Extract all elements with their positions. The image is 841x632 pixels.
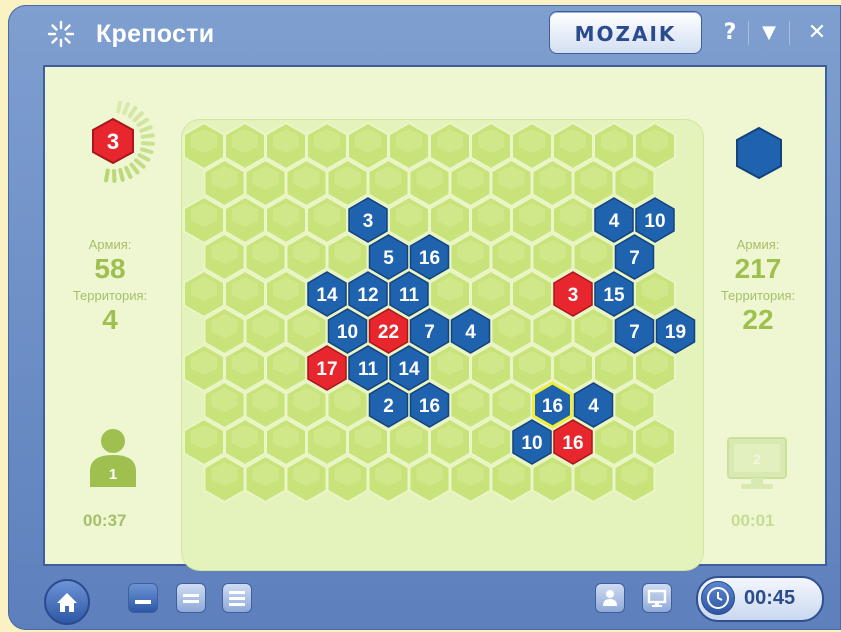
fortress-army-value: 3 [363, 211, 374, 232]
player2-stats: Армия: 217 Территория: 22 [703, 237, 813, 337]
player2-territory-label: Территория: [720, 288, 796, 303]
fortress-army-value: 4 [588, 396, 599, 417]
player1-turn-value: 3 [107, 129, 119, 154]
turn-ray [139, 125, 153, 133]
turn-ray [139, 147, 154, 155]
separator [789, 21, 790, 45]
fortress-army-value: 10 [644, 211, 665, 232]
window-title: Крепости [96, 20, 215, 48]
layout-button-2[interactable] [176, 583, 206, 613]
player2-army-label: Армия: [736, 237, 780, 252]
layout-button-1[interactable] [128, 583, 158, 613]
close-button[interactable]: ✕ [803, 19, 831, 47]
brand-logo[interactable]: MOZAIK [549, 11, 702, 54]
menu-button[interactable]: ▼ [755, 19, 783, 47]
fortress-army-value: 10 [521, 433, 542, 454]
fortress-army-value: 10 [337, 322, 358, 343]
monitor-icon [647, 589, 667, 607]
player1-army-label: Армия: [88, 237, 132, 252]
player-view-button[interactable] [595, 583, 625, 613]
turn-ray [129, 162, 140, 175]
turn-indicator: 3 [92, 101, 155, 183]
help-button[interactable]: ? [716, 19, 744, 47]
title-bar: Крепости MOZAIK ? ▼ ✕ [8, 5, 841, 63]
fortress-army-value: 17 [316, 359, 337, 380]
home-icon [57, 593, 77, 612]
layout-three-icon [229, 591, 245, 606]
fortress-army-value: 4 [465, 322, 476, 343]
player2-number: 2 [753, 451, 761, 467]
player2-timer: 00:01 [731, 511, 775, 530]
fortress-army-value: 16 [562, 433, 583, 454]
clock-icon [701, 581, 735, 615]
turn-ray [104, 168, 110, 183]
total-timer[interactable]: 00:45 [696, 576, 824, 622]
fortress-army-value: 7 [629, 248, 640, 269]
fortress-army-value: 3 [568, 285, 579, 306]
player1-territory-label: Территория: [72, 288, 148, 303]
fortress-army-value: 15 [603, 285, 625, 306]
turn-ray [133, 158, 146, 169]
fortress-army-value: 12 [357, 285, 378, 306]
computer-view-button[interactable] [642, 583, 672, 613]
turn-ray [124, 165, 133, 179]
turn-ray [140, 141, 155, 146]
layout-two-icon [183, 594, 199, 603]
fortress-army-value: 2 [383, 396, 394, 417]
turn-ray [136, 117, 149, 128]
fortress-army-value: 11 [399, 285, 420, 306]
turn-ray [132, 111, 144, 123]
fortress-army-value: 14 [398, 359, 420, 380]
layout-button-3[interactable] [222, 583, 252, 613]
fortress-army-value: 4 [609, 211, 620, 232]
separator [748, 21, 749, 45]
player2-hex-icon [736, 126, 782, 180]
player1-timer: 00:37 [83, 511, 127, 530]
layout-one-icon [135, 600, 151, 604]
brand-name: MOZAIK [574, 22, 677, 46]
fortress-army-value: 7 [629, 322, 640, 343]
hex-board[interactable]: 3 4 105 16 714 12 11 3 1510 22 7 4 7 1917 11 142 16 16 410… [182, 121, 702, 562]
player2-army-value: 217 [734, 253, 782, 284]
turn-ray [116, 101, 122, 114]
player2-territory-value: 22 [742, 304, 774, 335]
person-icon [603, 590, 617, 606]
fortress-army-value: 19 [665, 322, 686, 343]
fortress-army-value: 5 [383, 248, 394, 269]
home-button[interactable] [44, 579, 90, 625]
game-panel: 3 Армия: 58 Территория: 4 1 00:37 Армия:… [43, 65, 827, 570]
player1-number: 1 [109, 466, 117, 483]
fortress-army-value: 14 [316, 285, 338, 306]
turn-ray [127, 105, 138, 119]
fortress-army-value: 16 [542, 396, 563, 417]
turn-ray [140, 133, 155, 139]
computer-avatar-icon: 2 [727, 437, 787, 489]
fortress-army-value: 16 [419, 396, 440, 417]
player1-avatar-icon: 1 [90, 429, 136, 487]
game-window: Крепости MOZAIK ? ▼ ✕ 3 Армия: 58 Террит… [8, 5, 841, 630]
turn-ray [137, 153, 151, 162]
player1-territory-value: 4 [102, 304, 118, 335]
fortress-army-value: 7 [424, 322, 435, 343]
player1-stats: Армия: 58 Территория: 4 [55, 237, 165, 337]
player1-army-value: 58 [94, 253, 126, 284]
turn-ray [122, 101, 130, 116]
fortress-army-value: 22 [378, 322, 399, 343]
spinner-icon [47, 20, 75, 48]
turn-ray [118, 168, 125, 182]
fortress-army-value: 11 [358, 359, 379, 380]
total-time: 00:45 [744, 587, 796, 609]
fortress-army-value: 16 [419, 248, 440, 269]
